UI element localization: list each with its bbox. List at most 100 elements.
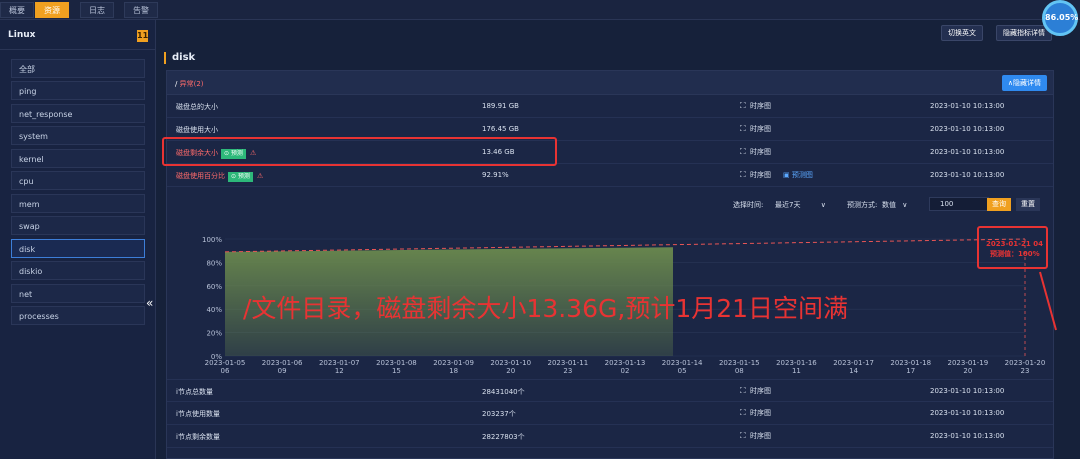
table-row: i节点剩余数量 28227803个 ⛶ 时序图 2023-01-10 10:13:… <box>167 425 1053 448</box>
y-tick-label: 80% <box>206 259 222 267</box>
sidebar-item-all[interactable]: 全部 <box>11 59 145 78</box>
metric-value: 28227803个 <box>482 433 525 441</box>
annotation-text: /文件目录，磁盘剩余大小13.36G,预计1月21日空间满 <box>243 294 849 323</box>
x-tick-label: 23 <box>1021 367 1030 375</box>
timeseries-link[interactable]: ⛶ 时序图 <box>740 124 771 134</box>
forecast-chart-link[interactable]: ▣ 预测图 <box>783 170 813 180</box>
time-range-label: 选择时间: <box>733 201 764 209</box>
x-tick-label: 09 <box>278 367 287 375</box>
sidebar-header: Linux 11 <box>0 20 156 50</box>
predict-value-input[interactable]: 100 <box>929 197 989 211</box>
main-content: 切换英文 隐藏指标详情 disk / 异常(2) ∧隐藏详情 磁盘总的大小 18… <box>160 20 1080 459</box>
tab-resource[interactable]: 资源 <box>35 2 69 18</box>
sidebar-item-swap[interactable]: swap <box>11 216 145 235</box>
metric-name: 磁盘使用大小 <box>176 126 218 134</box>
sidebar-count-badge: 11 <box>137 30 149 42</box>
x-tick-label: 11 <box>792 367 801 375</box>
timeseries-link[interactable]: ⛶ 时序图 <box>740 147 771 157</box>
x-tick-label: 15 <box>392 367 401 375</box>
metric-name: i节点总数量 <box>176 388 213 396</box>
x-tick-label: 2023-01-18 <box>890 359 931 367</box>
annotation-arrow <box>1039 271 1057 331</box>
x-tick-label: 2023-01-16 <box>776 359 817 367</box>
x-tick-label: 02 <box>621 367 630 375</box>
timeseries-link[interactable]: ⛶ 时序图 <box>740 101 771 111</box>
switch-language-button[interactable]: 切换英文 <box>941 25 983 41</box>
reset-button[interactable]: 重置 <box>1016 198 1040 211</box>
chart-icon: ⛶ <box>740 170 746 179</box>
x-tick-label: 20 <box>506 367 515 375</box>
x-tick-label: 2023-01-20 <box>1005 359 1046 367</box>
tab-overview[interactable]: 概要 <box>0 2 34 18</box>
timeseries-link[interactable]: ⛶ 时序图 <box>740 431 771 441</box>
x-tick-label: 2023-01-11 <box>548 359 589 367</box>
chevron-down-icon: ∨ <box>820 201 826 209</box>
sidebar-item-mem[interactable]: mem <box>11 194 145 213</box>
alarm-bell-icon: ⚠ <box>256 172 264 180</box>
anomaly-count: 异常(2) <box>179 80 204 88</box>
y-tick-label: 100% <box>202 236 222 244</box>
metric-name: i节点剩余数量 <box>176 433 220 441</box>
sidebar-item-diskio[interactable]: diskio <box>11 261 145 280</box>
table-row: i节点总数量 28431040个 ⛶ 时序图 2023-01-10 10:13:0… <box>167 379 1053 402</box>
sidebar: Linux 11 全部 ping net_response system ker… <box>0 20 156 459</box>
x-tick-label: 14 <box>849 367 858 375</box>
tab-logs[interactable]: 日志 <box>80 2 114 18</box>
tab-alerts[interactable]: 告警 <box>124 2 158 18</box>
collapse-sidebar-icon[interactable]: « <box>146 296 153 310</box>
page-title: disk <box>172 52 196 63</box>
metric-name: 磁盘总的大小 <box>176 103 218 111</box>
predict-mode-label: 预测方式: <box>847 201 878 209</box>
timeseries-link[interactable]: ⛶ 时序图 <box>740 408 771 418</box>
x-tick-label: 06 <box>221 367 230 375</box>
prediction-time-label: 2023-01-21 04 <box>986 240 1043 248</box>
sidebar-item-net-response[interactable]: net_response <box>11 104 145 123</box>
hide-metrics-button[interactable]: 隐藏指标详情 <box>996 25 1052 41</box>
title-accent-bar <box>164 52 166 64</box>
predict-mode-select[interactable]: 数值 ∨ <box>882 200 907 210</box>
path-text: / <box>175 80 178 88</box>
metric-value: 189.91 GB <box>482 102 519 110</box>
sidebar-item-cpu[interactable]: cpu <box>11 171 145 190</box>
timeseries-link[interactable]: ⛶ 时序图 <box>740 386 771 396</box>
sidebar-item-disk[interactable]: disk <box>11 239 145 258</box>
x-tick-label: 2023-01-15 <box>719 359 760 367</box>
metric-value: 92.91% <box>482 171 509 179</box>
top-tab-bar: 概要 资源 日志 告警 <box>0 0 1080 20</box>
usage-gauge: 86.05% <box>1042 0 1078 36</box>
x-tick-label: 17 <box>906 367 915 375</box>
sidebar-item-kernel[interactable]: kernel <box>11 149 145 168</box>
x-tick-label: 2023-01-13 <box>605 359 646 367</box>
table-row: i节点使用数量 203237个 ⛶ 时序图 2023-01-10 10:13:00 <box>167 402 1053 425</box>
x-tick-label: 08 <box>735 367 744 375</box>
query-button[interactable]: 查询 <box>987 198 1011 211</box>
predict-tag[interactable]: ⊙ 预测 <box>228 172 253 182</box>
chart-icon: ⛶ <box>740 147 746 156</box>
timeseries-link[interactable]: ⛶ 时序图 <box>740 170 771 180</box>
y-tick-label: 60% <box>206 283 222 291</box>
mount-path-label: / 异常(2) <box>175 79 204 89</box>
x-tick-label: 2023-01-19 <box>948 359 989 367</box>
metric-name: 磁盘使用百分比 ⊙ 预测 ⚠ <box>176 172 264 182</box>
metric-value: 28431040个 <box>482 388 525 396</box>
chart-icon: ⛶ <box>740 124 746 133</box>
x-tick-label: 2023-01-10 <box>490 359 531 367</box>
y-tick-label: 20% <box>206 330 222 338</box>
sidebar-item-ping[interactable]: ping <box>11 81 145 100</box>
sidebar-item-processes[interactable]: processes <box>11 306 145 325</box>
sidebar-item-net[interactable]: net <box>11 284 145 303</box>
sidebar-title: Linux <box>8 30 36 40</box>
y-tick-label: 40% <box>206 306 222 314</box>
table-row: 磁盘总的大小 189.91 GB ⛶ 时序图 2023-01-10 10:13:0… <box>167 95 1053 118</box>
x-tick-label: 2023-01-07 <box>319 359 360 367</box>
x-tick-label: 2023-01-14 <box>662 359 703 367</box>
panel-header: / 异常(2) ∧隐藏详情 <box>167 71 1053 95</box>
x-tick-label: 20 <box>963 367 972 375</box>
disk-panel: / 异常(2) ∧隐藏详情 磁盘总的大小 189.91 GB ⛶ 时序图 2023… <box>166 70 1054 459</box>
metric-time: 2023-01-10 10:13:00 <box>930 409 1005 417</box>
hide-detail-button[interactable]: ∧隐藏详情 <box>1001 75 1047 91</box>
metric-value: 176.45 GB <box>482 125 519 133</box>
x-tick-label: 2023-01-08 <box>376 359 417 367</box>
sidebar-item-system[interactable]: system <box>11 126 145 145</box>
time-range-select[interactable]: 最近7天 ∨ <box>775 200 826 210</box>
